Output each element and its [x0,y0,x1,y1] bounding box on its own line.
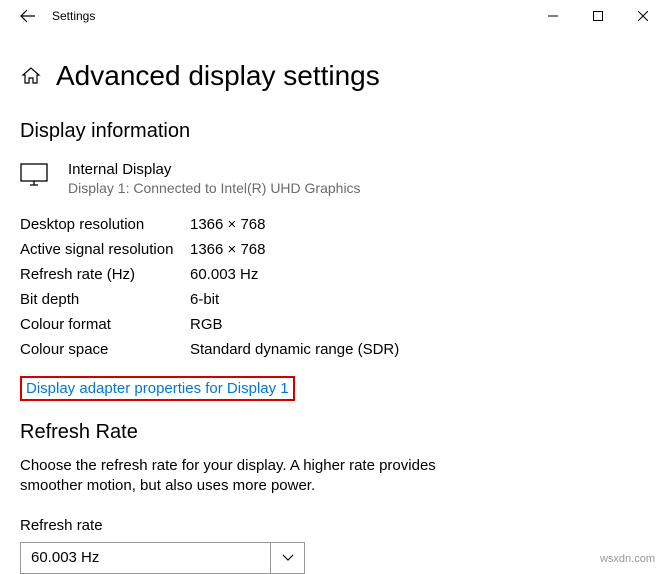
spec-value: RGB [190,316,223,333]
refresh-rate-dropdown[interactable]: 60.003 Hz [20,542,305,574]
spec-label: Active signal resolution [20,241,190,258]
dropdown-selected-value: 60.003 Hz [21,549,99,566]
spec-row-refresh-rate: Refresh rate (Hz) 60.003 Hz [20,266,645,283]
back-button[interactable] [8,0,48,32]
watermark: wsxdn.com [600,553,655,565]
spec-value: 6-bit [190,291,219,308]
page-title: Advanced display settings [56,60,380,92]
chevron-down-icon [270,543,304,573]
spec-row-active-resolution: Active signal resolution 1366 × 768 [20,241,645,258]
home-icon[interactable] [20,65,42,87]
display-adapter-properties-link[interactable]: Display adapter properties for Display 1 [20,376,295,401]
monitor-icon [20,163,52,192]
display-name: Internal Display [68,161,361,178]
maximize-button[interactable] [575,0,620,32]
spec-value: 60.003 Hz [190,266,258,283]
spec-value: 1366 × 768 [190,216,266,233]
refresh-rate-description: Choose the refresh rate for your display… [20,456,460,497]
spec-label: Colour format [20,316,190,333]
spec-label: Bit depth [20,291,190,308]
spec-label: Desktop resolution [20,216,190,233]
page-header: Advanced display settings [20,60,645,92]
arrow-left-icon [20,8,36,24]
minimize-icon [548,11,558,21]
close-icon [638,11,648,21]
display-info-heading: Display information [20,120,645,143]
spec-row-colour-format: Colour format RGB [20,316,645,333]
refresh-rate-field-label: Refresh rate [20,517,645,534]
refresh-rate-heading: Refresh Rate [20,421,645,444]
spec-row-bit-depth: Bit depth 6-bit [20,291,645,308]
spec-value: Standard dynamic range (SDR) [190,341,399,358]
maximize-icon [593,11,603,21]
close-button[interactable] [620,0,665,32]
spec-label: Refresh rate (Hz) [20,266,190,283]
spec-row-desktop-resolution: Desktop resolution 1366 × 768 [20,216,645,233]
window-title: Settings [52,9,95,23]
window-controls [530,0,665,32]
content-area: Advanced display settings Display inform… [0,32,665,574]
refresh-rate-section: Refresh Rate Choose the refresh rate for… [20,421,645,574]
titlebar: Settings [0,0,665,32]
spec-row-colour-space: Colour space Standard dynamic range (SDR… [20,341,645,358]
minimize-button[interactable] [530,0,575,32]
spec-value: 1366 × 768 [190,241,266,258]
display-info-block: Internal Display Display 1: Connected to… [20,161,645,196]
display-description: Display 1: Connected to Intel(R) UHD Gra… [68,180,361,196]
spec-label: Colour space [20,341,190,358]
